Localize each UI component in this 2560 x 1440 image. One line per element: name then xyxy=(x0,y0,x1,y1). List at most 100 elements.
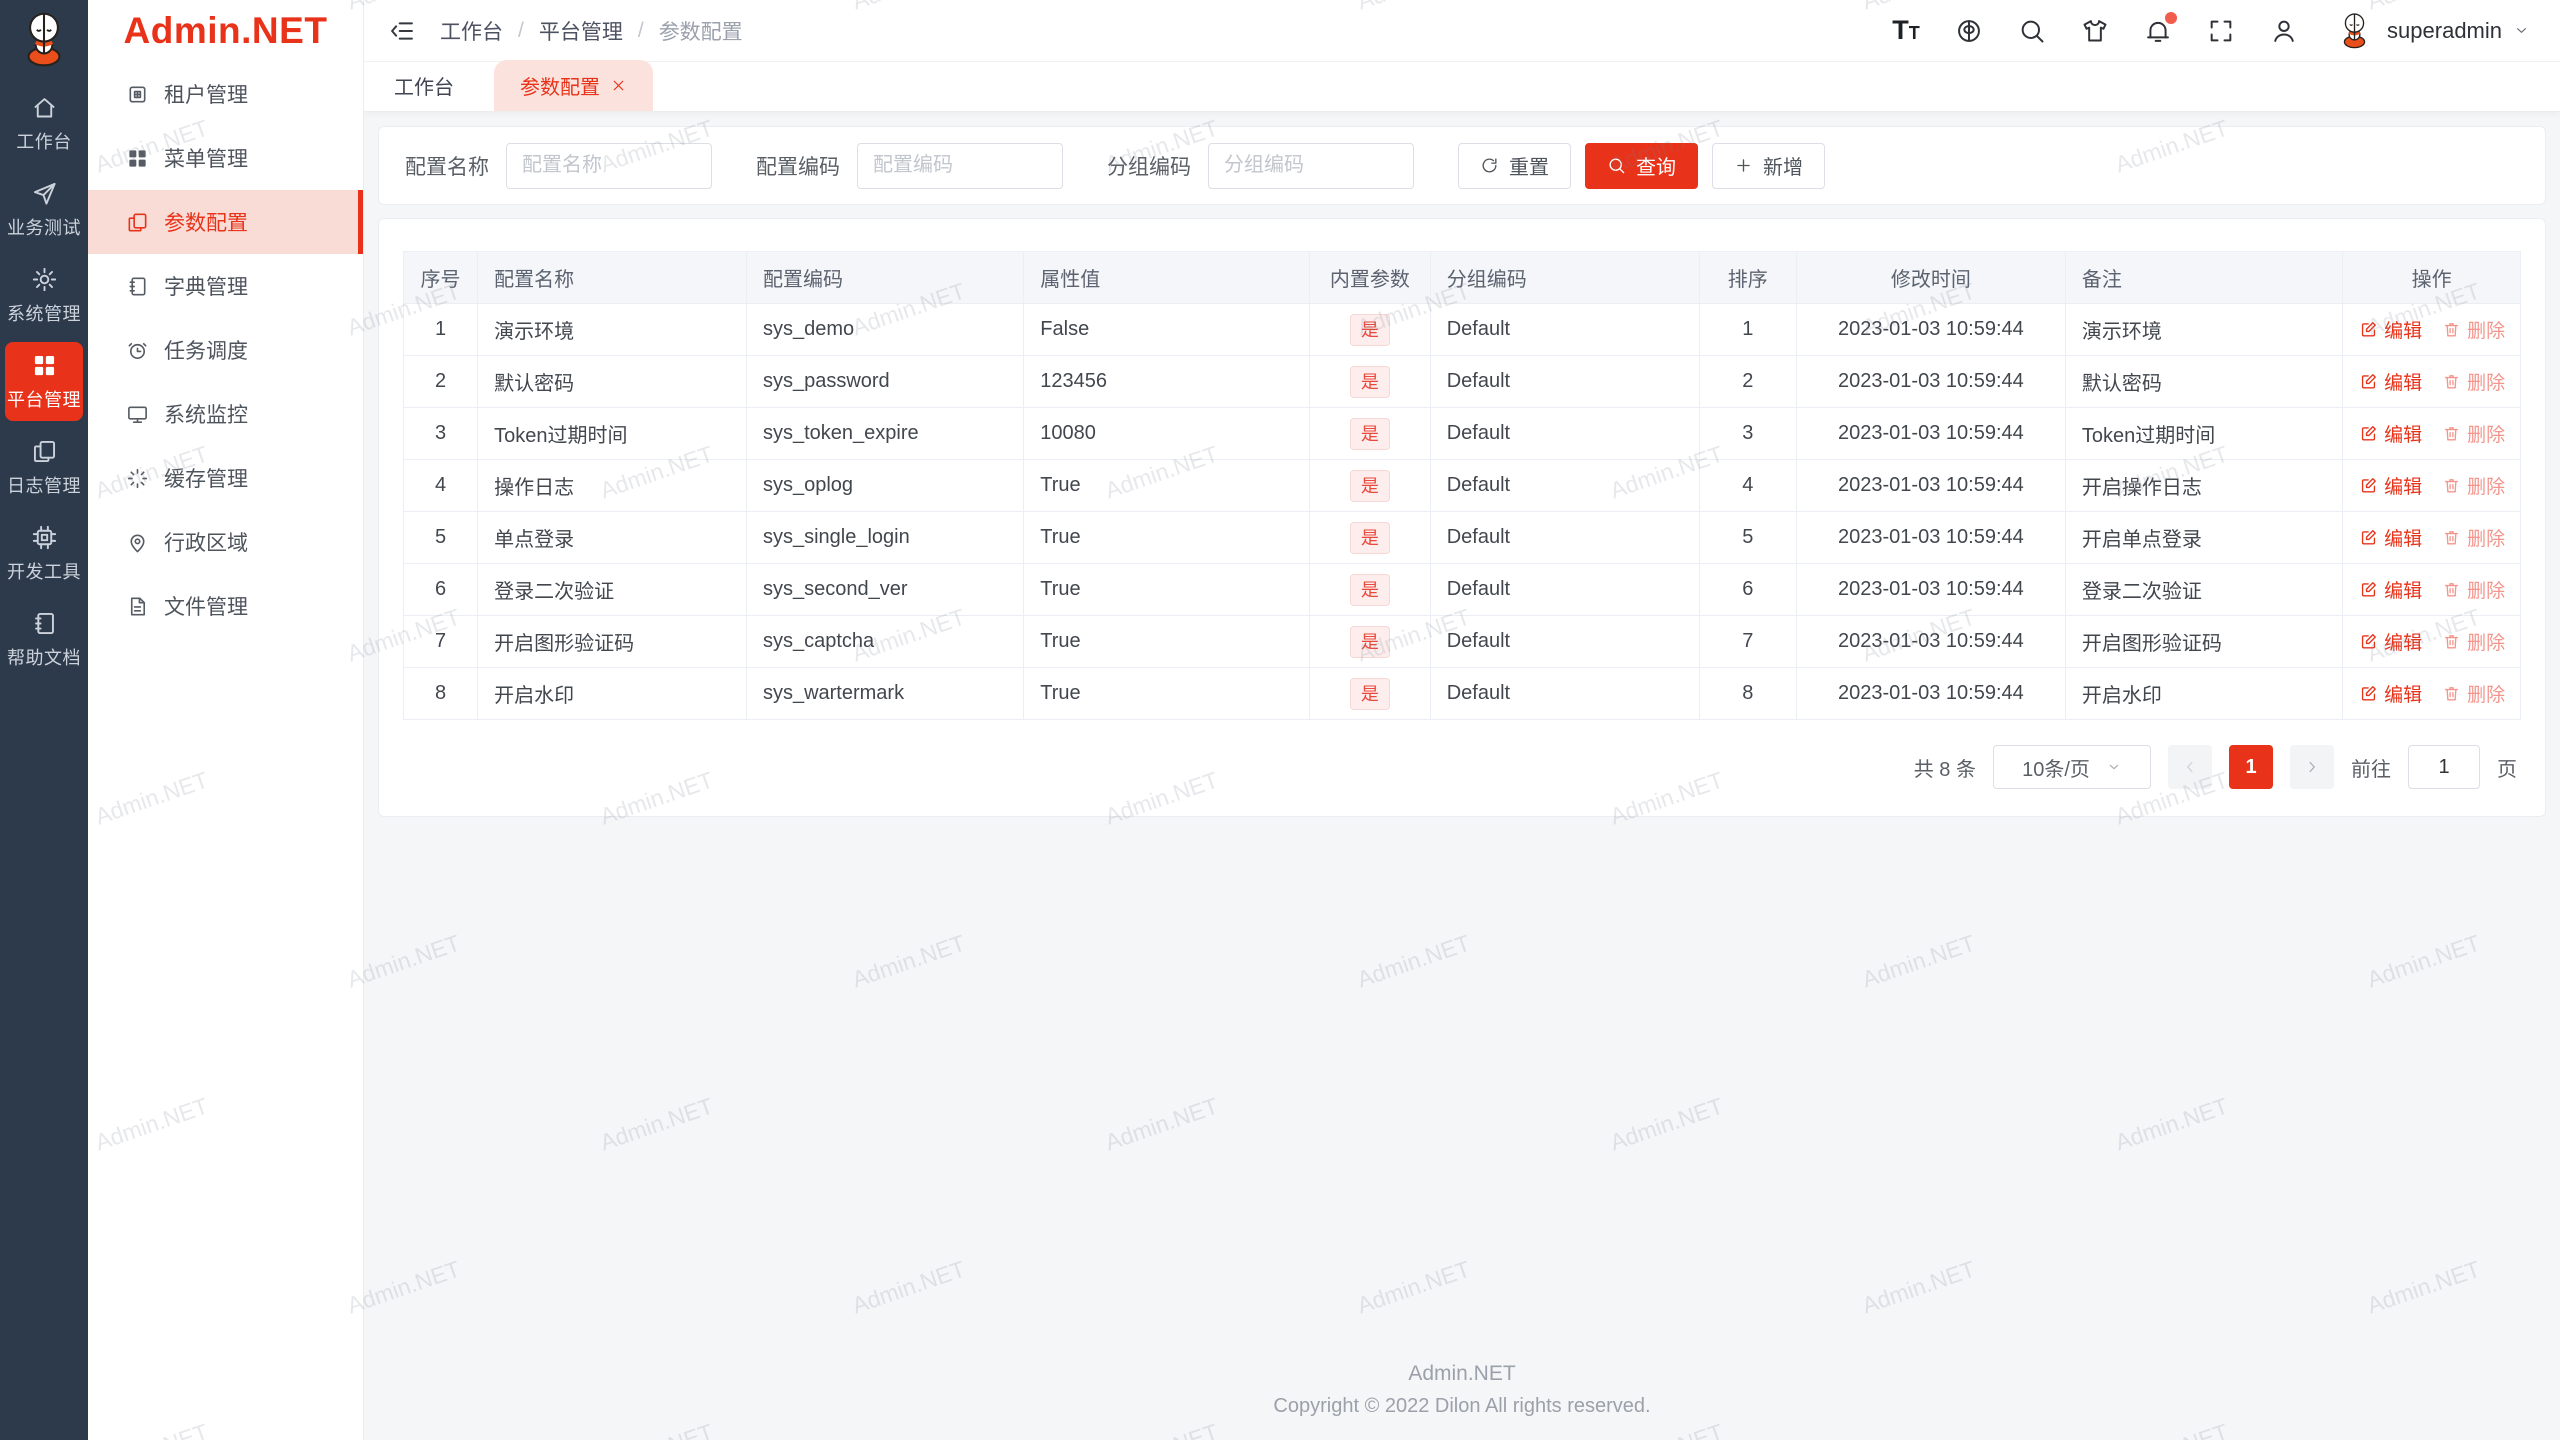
pagination: 共 8 条 10条/页 1 前往 页 xyxy=(403,720,2521,816)
delete-link[interactable]: 删除 xyxy=(2442,420,2505,447)
cell-name: 演示环境 xyxy=(477,303,747,356)
search-icon[interactable] xyxy=(2018,17,2046,45)
rail-item-workbench[interactable]: 工作台 xyxy=(5,84,83,163)
cell-time: 2023-01-03 10:59:44 xyxy=(1795,667,2066,720)
cell-builtin: 是 xyxy=(1309,511,1431,564)
rail-item-log-mgmt[interactable]: 日志管理 xyxy=(5,428,83,507)
cell-remark: 开启图形验证码 xyxy=(2064,615,2344,668)
cell-index: 7 xyxy=(402,615,479,668)
cell-value: True xyxy=(1023,563,1311,616)
delete-link[interactable]: 删除 xyxy=(2442,576,2505,603)
theme-icon[interactable] xyxy=(2081,17,2109,45)
group-code-label: 分组编码 xyxy=(1107,155,1191,179)
trash-icon xyxy=(2442,424,2461,443)
rail-item-dev-tools[interactable]: 开发工具 xyxy=(5,514,83,593)
reset-button[interactable]: 重置 xyxy=(1458,142,1571,189)
cell-sort: 5 xyxy=(1698,511,1797,564)
sidebar-item-system-monitor[interactable]: 系统监控 xyxy=(88,382,363,446)
sidebar-item-admin-region[interactable]: 行政区域 xyxy=(88,510,363,574)
goto-page-input[interactable] xyxy=(2408,745,2480,789)
font-size-icon[interactable]: TT xyxy=(1892,17,1920,45)
cell-remark: Token过期时间 xyxy=(2064,407,2344,460)
rail-item-platform-mgmt[interactable]: 平台管理 xyxy=(5,342,83,421)
cell-builtin: 是 xyxy=(1309,355,1431,408)
rail-item-help-docs[interactable]: 帮助文档 xyxy=(5,600,83,679)
edit-link[interactable]: 编辑 xyxy=(2359,680,2422,707)
cell-index: 1 xyxy=(402,303,479,356)
trash-icon xyxy=(2442,372,2461,391)
edit-link[interactable]: 编辑 xyxy=(2359,628,2422,655)
sidebar-item-param-config[interactable]: 参数配置 xyxy=(88,190,363,254)
language-icon[interactable] xyxy=(1955,17,1983,45)
copy-doc-icon xyxy=(126,211,149,234)
edit-label: 编辑 xyxy=(2384,373,2423,394)
sidebar-nav: 租户管理 菜单管理 参数配置 字典管理 任务调度系统监控缓存管理 行政区域 文件管理 xyxy=(88,62,363,638)
edit-link[interactable]: 编辑 xyxy=(2359,368,2422,395)
trash-icon xyxy=(2442,580,2461,599)
tab-workbench[interactable]: 工作台 xyxy=(390,60,458,111)
sidebar-item-file-mgmt[interactable]: 文件管理 xyxy=(88,574,363,638)
profile-icon[interactable] xyxy=(2270,17,2298,45)
edit-link[interactable]: 编辑 xyxy=(2359,472,2422,499)
cell-sort: 8 xyxy=(1698,667,1797,720)
trash-icon xyxy=(2442,684,2461,703)
add-button[interactable]: 新增 xyxy=(1712,142,1825,189)
group-code-input[interactable] xyxy=(1208,142,1414,189)
edit-label: 编辑 xyxy=(2384,477,2423,498)
cell-remark: 默认密码 xyxy=(2064,355,2344,408)
tenant-icon xyxy=(126,83,149,106)
sidebar-item-dict-mgmt[interactable]: 字典管理 xyxy=(88,254,363,318)
breadcrumb-item[interactable]: 工作台 xyxy=(440,16,503,46)
delete-link[interactable]: 删除 xyxy=(2442,628,2505,655)
cell-value: True xyxy=(1023,459,1311,512)
edit-link[interactable]: 编辑 xyxy=(2359,316,2422,343)
notebook-icon xyxy=(31,610,58,637)
sidebar-item-task-schedule[interactable]: 任务调度 xyxy=(88,318,363,382)
user-menu[interactable]: superadmin xyxy=(2333,9,2530,52)
cell-group: Default xyxy=(1429,303,1700,356)
delete-label: 删除 xyxy=(2467,529,2506,550)
tab-param-config[interactable]: 参数配置 xyxy=(494,60,653,111)
close-tab-icon[interactable] xyxy=(610,77,627,94)
notification-bell-icon[interactable] xyxy=(2144,11,2178,45)
rail-item-system-mgmt[interactable]: 系统管理 xyxy=(5,256,83,335)
query-button[interactable]: 查询 xyxy=(1585,142,1698,189)
rail-item-label: 开发工具 xyxy=(7,562,81,582)
sidebar-item-label: 系统监控 xyxy=(164,404,248,427)
home-icon xyxy=(31,94,58,121)
delete-link[interactable]: 删除 xyxy=(2442,368,2505,395)
current-page-button[interactable]: 1 xyxy=(2229,745,2273,789)
col-builtin: 内置参数 xyxy=(1309,251,1431,304)
config-code-input[interactable] xyxy=(857,142,1063,189)
fullscreen-icon[interactable] xyxy=(2207,17,2235,45)
next-page-button[interactable] xyxy=(2290,745,2334,789)
sidebar-item-tenant-mgmt[interactable]: 租户管理 xyxy=(88,62,363,126)
delete-link[interactable]: 删除 xyxy=(2442,472,2505,499)
delete-link[interactable]: 删除 xyxy=(2442,524,2505,551)
col-index: 序号 xyxy=(402,251,479,304)
cell-op: 编辑 删除 xyxy=(2342,407,2521,460)
sidebar-item-menu-mgmt[interactable]: 菜单管理 xyxy=(88,126,363,190)
page-size-select[interactable]: 10条/页 xyxy=(1993,745,2151,789)
breadcrumb-item[interactable]: 平台管理 xyxy=(539,16,623,46)
delete-link[interactable]: 删除 xyxy=(2442,316,2505,343)
edit-link[interactable]: 编辑 xyxy=(2359,576,2422,603)
config-name-input[interactable] xyxy=(506,142,712,189)
cell-code: sys_second_ver xyxy=(745,563,1025,616)
prev-page-button[interactable] xyxy=(2168,745,2212,789)
tab-bar: 工作台 参数配置 xyxy=(364,60,2560,112)
delete-label: 删除 xyxy=(2467,321,2506,342)
collapse-sidebar-icon[interactable] xyxy=(388,17,416,45)
filter-group-code: 分组编码 xyxy=(1107,142,1414,189)
refresh-icon xyxy=(1480,156,1499,175)
rail-item-business-test[interactable]: 业务测试 xyxy=(5,170,83,249)
col-value: 属性值 xyxy=(1023,251,1311,304)
rail-item-label: 系统管理 xyxy=(7,304,81,324)
edit-link[interactable]: 编辑 xyxy=(2359,420,2422,447)
delete-link[interactable]: 删除 xyxy=(2442,680,2505,707)
sidebar-item-cache-mgmt[interactable]: 缓存管理 xyxy=(88,446,363,510)
send-icon xyxy=(31,180,58,207)
edit-link[interactable]: 编辑 xyxy=(2359,524,2422,551)
edit-icon xyxy=(2359,632,2378,651)
builtin-tag: 是 xyxy=(1349,417,1390,450)
